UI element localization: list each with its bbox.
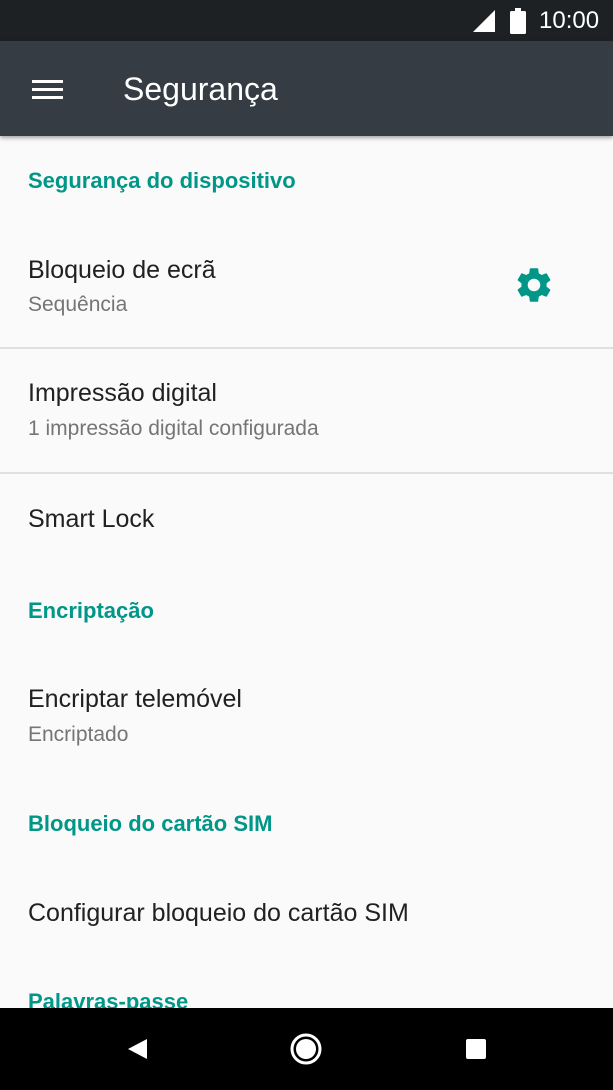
list-item-summary: Sequência xyxy=(28,293,128,316)
battery-icon xyxy=(510,8,526,34)
list-item-title: Configurar bloqueio do cartão SIM xyxy=(28,899,409,927)
page-title: Segurança xyxy=(123,71,278,107)
list-item-title: Impressão digital xyxy=(28,379,217,407)
settings-list[interactable]: Segurança do dispositivo Bloqueio de ecr… xyxy=(0,136,613,1008)
list-item-encrypt-phone[interactable]: Encriptar telemóvel Encriptado xyxy=(0,656,613,772)
recents-icon[interactable] xyxy=(451,1024,501,1074)
home-icon[interactable] xyxy=(281,1024,331,1074)
list-item-smart-lock[interactable]: Smart Lock xyxy=(0,474,613,568)
gear-icon[interactable] xyxy=(513,264,555,306)
section-header-device-security: Segurança do dispositivo xyxy=(28,168,296,193)
signal-icon xyxy=(473,10,495,32)
section-header-encryption: Encriptação xyxy=(28,598,154,623)
list-item-title: Encriptar telemóvel xyxy=(28,685,242,713)
section-header-passwords: Palavras-passe xyxy=(28,989,189,1008)
list-item-title: Bloqueio de ecrã xyxy=(28,256,216,284)
status-time: 10:00 xyxy=(539,7,600,34)
back-icon[interactable] xyxy=(112,1024,162,1074)
list-item-sim-lock-setup[interactable]: Configurar bloqueio do cartão SIM xyxy=(0,869,613,969)
list-item-summary: Encriptado xyxy=(28,723,129,746)
section-header-sim-lock: Bloqueio do cartão SIM xyxy=(28,811,273,836)
status-bar: 10:00 xyxy=(0,0,613,41)
list-item-title: Smart Lock xyxy=(28,505,155,533)
list-item-summary: 1 impressão digital configurada xyxy=(28,417,319,440)
app-bar: Segurança xyxy=(0,41,613,136)
menu-icon[interactable] xyxy=(24,69,72,109)
list-item-fingerprint[interactable]: Impressão digital 1 impressão digital co… xyxy=(0,349,613,473)
navigation-bar xyxy=(0,1008,613,1090)
